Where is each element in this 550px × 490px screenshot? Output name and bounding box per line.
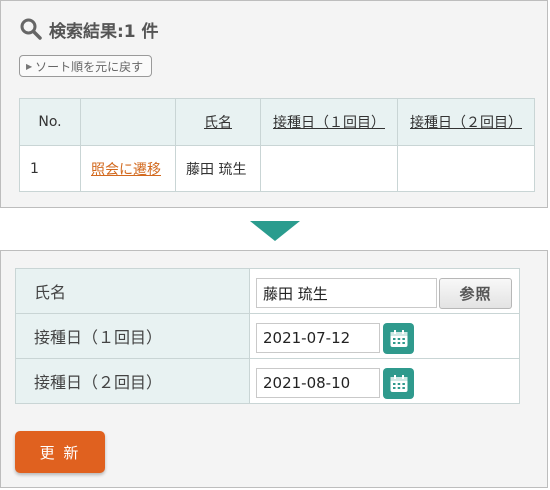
header-no: No. <box>19 98 81 146</box>
table-row: 1 照会に遷移 藤田 琉生 <box>19 145 535 192</box>
dose2-label: 接種日（２回目） <box>15 358 250 404</box>
down-arrow-icon <box>250 221 300 241</box>
calendar-icon <box>390 329 407 347</box>
header-dose2-label: 接種日（２回目） <box>410 115 522 131</box>
dose1-label: 接種日（１回目） <box>15 313 250 359</box>
name-label: 氏名 <box>15 268 250 314</box>
dose1-calendar-button[interactable] <box>383 323 414 354</box>
edit-form-table: 氏名 参照 接種日（１回目） <box>15 268 520 404</box>
sort-reset-button[interactable]: ▶ ソート順を元に戻す <box>19 55 153 77</box>
reference-button[interactable]: 参照 <box>439 278 512 309</box>
form-row-name: 氏名 参照 <box>15 268 520 314</box>
cell-link: 照会に遷移 <box>80 145 176 192</box>
calendar-icon <box>390 374 407 392</box>
dose2-calendar-button[interactable] <box>383 368 414 399</box>
search-results-panel: 検索結果:1 件 ▶ ソート順を元に戻す No. 氏名 接種日（１回目） 接種日… <box>0 0 548 208</box>
form-row-dose1: 接種日（１回目） <box>15 313 520 359</box>
results-title-row: 検索結果:1 件 <box>19 15 159 43</box>
form-row-dose2: 接種日（２回目） <box>15 358 520 404</box>
header-dose1-label: 接種日（１回目） <box>273 115 385 131</box>
name-input[interactable] <box>256 278 437 308</box>
cell-no: 1 <box>19 145 81 192</box>
header-action <box>80 98 176 146</box>
dose1-date-input[interactable] <box>256 323 380 353</box>
header-name-label: 氏名 <box>204 115 232 131</box>
header-dose2-sort[interactable]: 接種日（２回目） <box>397 98 535 146</box>
update-button[interactable]: 更 新 <box>15 431 105 473</box>
play-icon: ▶ <box>26 61 33 71</box>
name-value-cell: 参照 <box>249 268 520 314</box>
cell-name: 藤田 琉生 <box>175 145 261 192</box>
cell-dose2 <box>397 145 535 192</box>
dose1-value-cell <box>249 313 520 359</box>
cell-dose1 <box>260 145 398 192</box>
results-table: No. 氏名 接種日（１回目） 接種日（２回目） 1 照会に遷移 藤田 琉生 <box>19 98 535 192</box>
search-icon <box>19 17 43 41</box>
header-dose1-sort[interactable]: 接種日（１回目） <box>260 98 398 146</box>
edit-form-panel: 氏名 参照 接種日（１回目） <box>0 250 548 488</box>
results-title: 検索結果:1 件 <box>49 21 159 42</box>
results-header-row: No. 氏名 接種日（１回目） 接種日（２回目） <box>19 98 535 146</box>
sort-reset-label: ソート順を元に戻す <box>35 59 144 74</box>
header-name-sort[interactable]: 氏名 <box>175 98 261 146</box>
dose2-value-cell <box>249 358 520 404</box>
view-detail-link[interactable]: 照会に遷移 <box>91 162 161 178</box>
dose2-date-input[interactable] <box>256 368 380 398</box>
